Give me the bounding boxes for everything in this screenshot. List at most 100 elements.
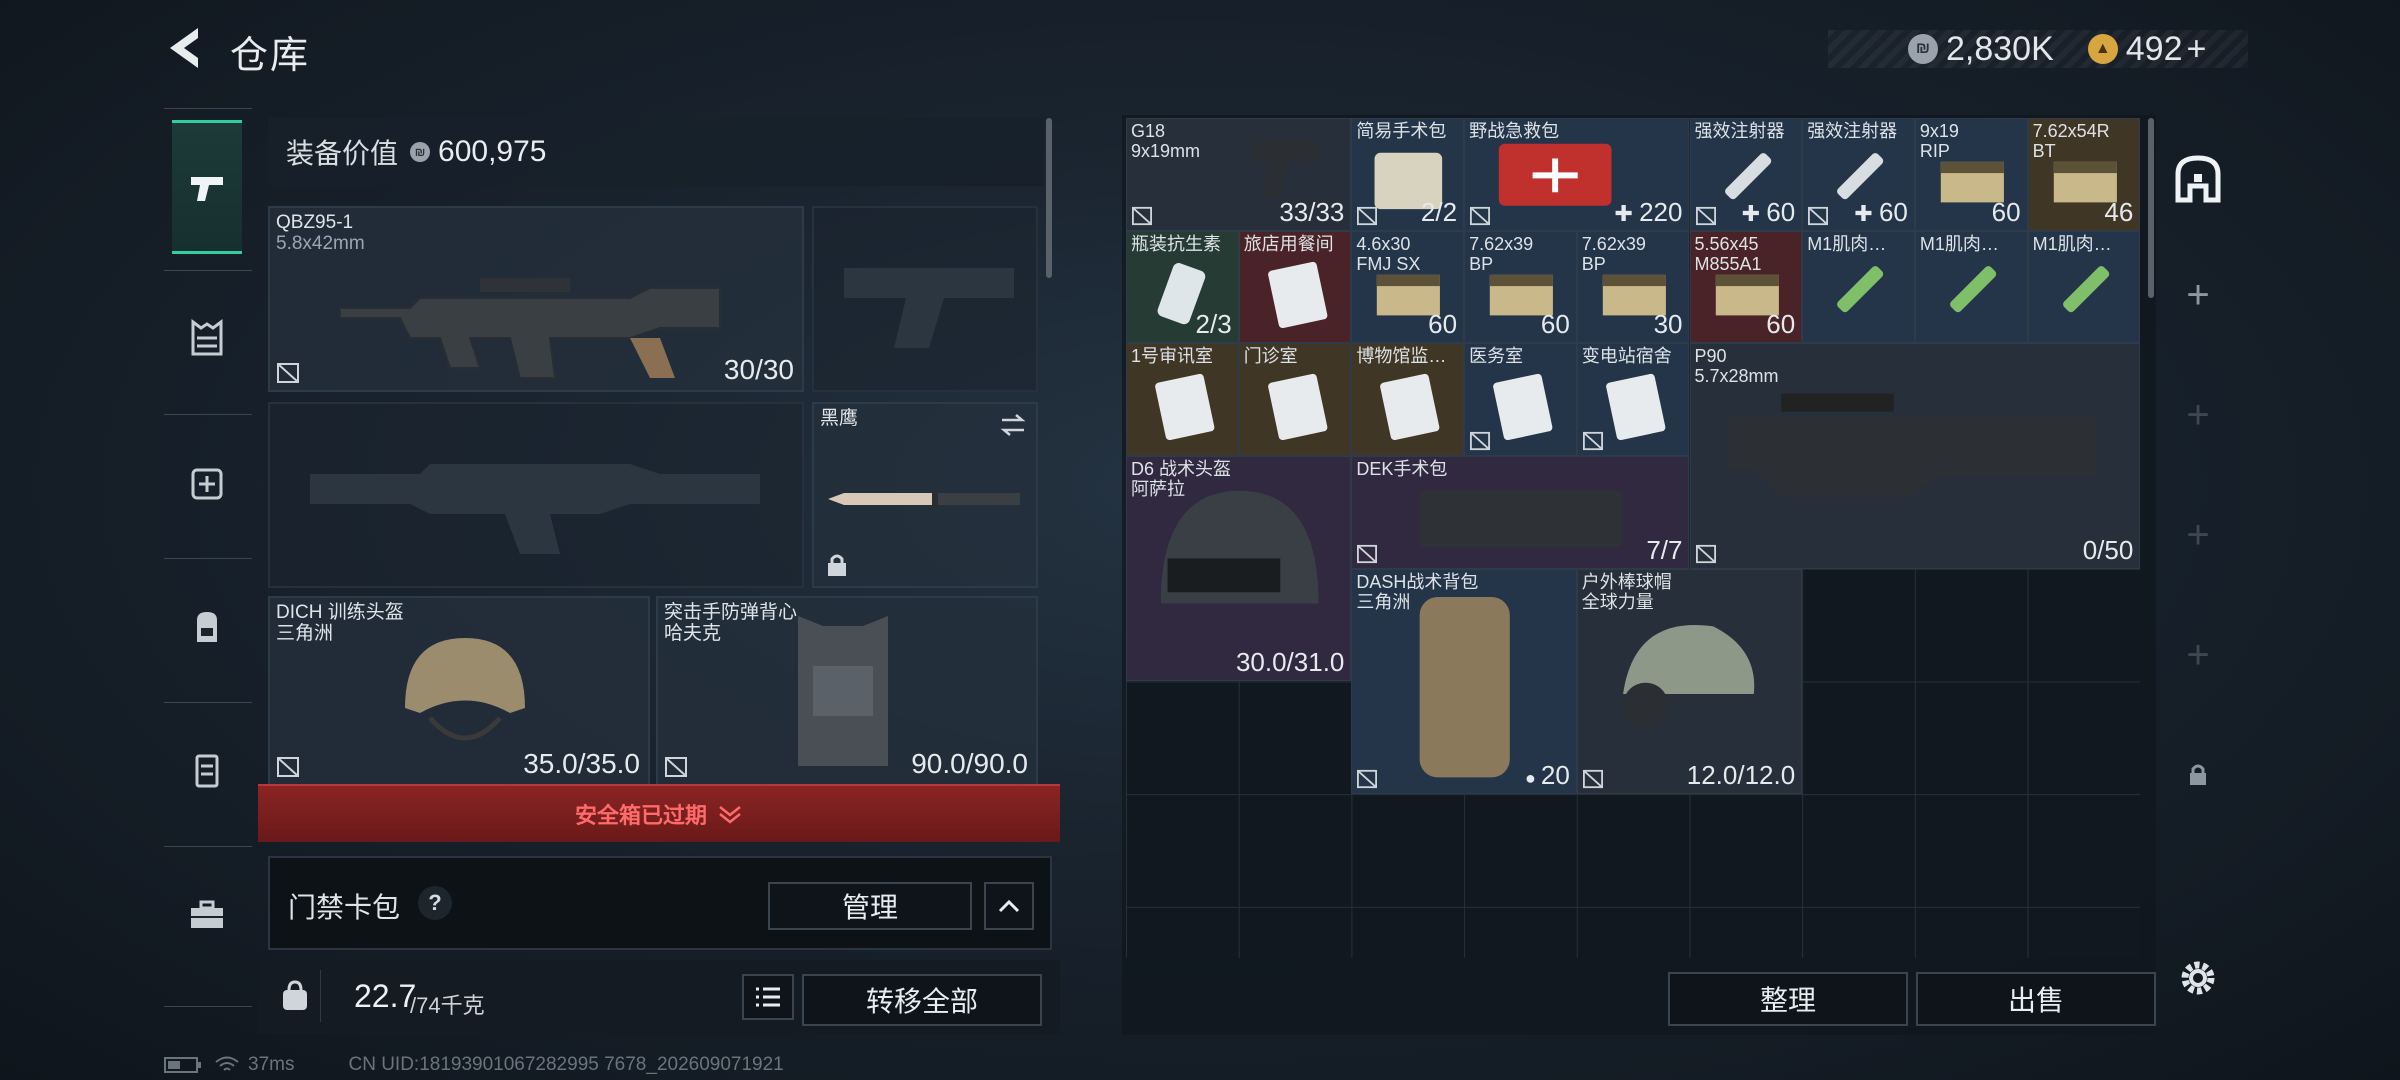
stash-page-main[interactable] <box>2162 125 2234 235</box>
item-count: ● 20 <box>1525 760 1570 791</box>
stack-plus-icon: ✚ <box>1614 200 1640 226</box>
stash-item[interactable]: 医务室 <box>1464 343 1577 457</box>
stash-lock-button[interactable] <box>2162 725 2234 825</box>
double-chevron-down-icon <box>719 806 741 824</box>
currency-bar: ₪ 2,830K ▲ 492 + <box>1828 30 2248 68</box>
lock-icon <box>828 554 846 576</box>
collapse-button[interactable] <box>984 882 1034 930</box>
stack-plus-icon: ✚ <box>1854 200 1879 226</box>
weight-icon <box>270 970 321 1022</box>
weight-current: 22.7 <box>354 978 417 1014</box>
rail-divider <box>164 414 252 415</box>
stash-item[interactable]: 7.62x39 BP 60 <box>1464 230 1577 344</box>
knife-image <box>828 490 1020 508</box>
swap-icon[interactable] <box>998 412 1028 438</box>
stash-item[interactable]: 旅店用餐间 <box>1238 230 1352 344</box>
stash-item[interactable]: P90 5.7x28mm 0/50 <box>1689 343 2140 569</box>
item-count-value: 2/3 <box>1195 309 1232 340</box>
helmet-name: DICH 训练头盔 三角洲 <box>276 602 404 644</box>
gear-icon <box>2181 961 2215 995</box>
stash-item[interactable]: 变电站宿舍 <box>1576 343 1690 457</box>
tab-weapons[interactable] <box>172 120 242 254</box>
primary-weapon-slot[interactable]: QBZ95-1 5.8x42mm 30/30 <box>268 206 804 392</box>
stash-item[interactable]: M1肌肉… <box>2027 230 2140 344</box>
stash-item[interactable]: 9x19 RIP 60 <box>1914 118 2028 231</box>
rail-divider <box>164 702 252 703</box>
item-count: 12.0/12.0 <box>1687 760 1795 791</box>
item-count-value: 60 <box>1428 309 1458 340</box>
stash-item[interactable]: 5.56x45 M855A1 60 <box>1689 230 1803 344</box>
stash-item[interactable]: 野战急救包 ✚ 220 <box>1464 118 1690 231</box>
transfer-all-button[interactable]: 转移全部 <box>802 974 1042 1026</box>
pistol-icon <box>191 177 223 201</box>
lock-icon <box>2190 764 2206 785</box>
stash-item[interactable]: 强效注射器 ✚ 60 <box>1802 118 1915 231</box>
stash-grid[interactable]: G18 9x19mm 33/33 简易手术包 2/2 野战急救包 ✚ 220 强效注射器 ✚ 6… <box>1126 118 2140 958</box>
stash-item[interactable]: DASH战术背包 三角洲 ● 20 <box>1351 568 1577 795</box>
helmet-slot[interactable]: DICH 训练头盔 三角洲 35.0/35.0 <box>268 596 650 786</box>
item-image <box>1267 261 1328 328</box>
item-count: ✚ 60 <box>1742 197 1795 228</box>
item-count: 60 <box>1766 309 1795 340</box>
stash-item[interactable]: D6 战术头盔 阿萨拉 30.0/31.0 <box>1126 456 1352 682</box>
stash-item[interactable]: 简易手术包 2/2 <box>1351 118 1465 231</box>
helmet-brand: 三角洲 <box>276 623 334 644</box>
list-icon <box>756 987 780 1007</box>
item-count-value: 60 <box>1766 196 1796 227</box>
stash-side-tabs: + + + + <box>2162 115 2234 1035</box>
secondary-weapon-slot[interactable] <box>268 402 804 588</box>
item-count-value: 7/7 <box>1646 534 1683 565</box>
manage-button[interactable]: 管理 <box>768 882 972 930</box>
settings-button[interactable] <box>2170 950 2226 1006</box>
add-stash-page-button[interactable]: + <box>2162 365 2234 465</box>
rail-divider <box>164 108 252 109</box>
sell-button[interactable]: 出售 <box>1916 972 2156 1026</box>
uid-text: CN UID:18193901067282995 7678_2026090719… <box>348 1054 784 1075</box>
wifi-icon <box>215 1056 239 1071</box>
rail-divider <box>164 558 252 559</box>
stash-item[interactable]: 强效注射器 ✚ 60 <box>1689 118 1803 231</box>
item-count-value: 60 <box>1766 309 1796 340</box>
stash-item[interactable]: 1号审讯室 <box>1126 343 1239 457</box>
melee-slot[interactable]: 黑鹰 <box>812 402 1038 588</box>
item-image <box>1155 374 1215 441</box>
keycard-label: 门禁卡包 <box>288 892 401 923</box>
safebox-expired-banner[interactable]: 安全箱已过期 <box>258 784 1060 842</box>
stash-item[interactable]: M1肌肉… <box>1914 230 2028 344</box>
weight-row: 22.7 /74千克 转移全部 <box>258 960 1060 1034</box>
tab-tools[interactable] <box>172 850 242 978</box>
add-stash-page-button[interactable]: + <box>2162 605 2234 705</box>
item-count-value: 2/2 <box>1420 196 1458 227</box>
stash-item[interactable]: 7.62x54R BT 46 <box>2027 118 2140 231</box>
item-image <box>1380 374 1440 441</box>
stash-item[interactable]: 博物馆监… <box>1351 343 1465 457</box>
page-title: 仓库 <box>230 35 311 77</box>
add-stash-page-button[interactable]: + <box>2162 245 2234 345</box>
stash-scrollbar[interactable] <box>2148 118 2154 298</box>
list-view-button[interactable] <box>742 974 794 1020</box>
armor-slot[interactable]: 突击手防弹背心 哈夫克 90.0/90.0 <box>656 596 1038 786</box>
help-icon[interactable]: ? <box>418 886 452 920</box>
armor-brand: 哈夫克 <box>664 623 722 644</box>
tab-chest-rig[interactable] <box>172 274 242 402</box>
stash-item[interactable]: M1肌肉… <box>1802 230 1915 344</box>
add-stash-page-button[interactable]: + <box>2162 485 2234 585</box>
stash-item[interactable]: 户外棒球帽 全球力量 12.0/12.0 <box>1576 568 1803 795</box>
item-image <box>1949 265 1997 312</box>
gold-add-button[interactable]: + <box>2187 30 2207 69</box>
equipment-scrollbar[interactable] <box>1046 118 1052 278</box>
back-button[interactable] <box>160 20 216 76</box>
stash-item[interactable]: G18 9x19mm 33/33 <box>1126 118 1352 231</box>
item-count: 30 <box>1654 309 1683 340</box>
tab-medical[interactable] <box>172 418 242 546</box>
stash-item[interactable]: 瓶装抗生素 2/3 <box>1126 230 1239 344</box>
stash-item[interactable]: 门诊室 <box>1238 343 1352 457</box>
stash-item[interactable]: 7.62x39 BP 30 <box>1576 230 1690 344</box>
sidearm-slot[interactable] <box>812 206 1038 392</box>
tab-consumables[interactable] <box>172 706 242 834</box>
kettlebell-icon <box>283 980 307 1010</box>
stash-item[interactable]: 4.6x30 FMJ SX 60 <box>1351 230 1465 344</box>
stash-item[interactable]: DEK手术包 7/7 <box>1351 456 1690 569</box>
tab-backpack[interactable] <box>172 562 242 690</box>
sort-button[interactable]: 整理 <box>1668 972 1908 1026</box>
